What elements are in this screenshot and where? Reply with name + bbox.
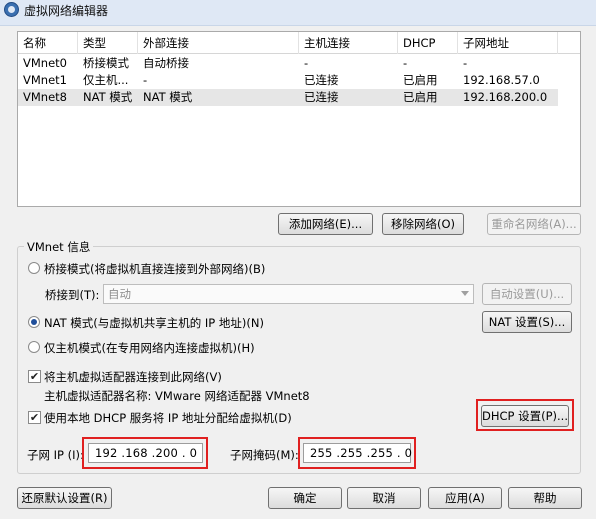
cell-external: NAT 模式 <box>143 90 193 104</box>
subnet-mask-label: 子网掩码(M): <box>230 448 299 462</box>
cell-subnet: - <box>463 56 468 70</box>
table-row[interactable]: VMnet0 桥接模式 自动桥接 - - - <box>18 55 558 72</box>
cell-external: - <box>143 73 148 87</box>
bridge-to-dropdown[interactable]: 自动 <box>103 284 474 304</box>
add-network-button[interactable]: 添加网络(E)... <box>278 213 373 235</box>
help-button[interactable]: 帮助 <box>508 487 582 509</box>
connect-adapter-checkbox[interactable]: ✔ <box>28 370 41 383</box>
column-header-name[interactable]: 名称 <box>18 32 78 54</box>
chevron-down-icon <box>461 291 469 296</box>
subnet-ip-label: 子网 IP (I): <box>27 448 84 462</box>
cell-name: VMnet0 <box>23 56 67 70</box>
auto-settings-button[interactable]: 自动设置(U)... <box>482 283 572 305</box>
host-only-radio[interactable] <box>28 341 40 353</box>
nat-settings-button[interactable]: NAT 设置(S)... <box>482 311 572 333</box>
cell-host: 已连接 <box>304 73 339 87</box>
cell-host: - <box>304 56 309 70</box>
bridge-to-value: 自动 <box>108 287 131 301</box>
vmnet-info-title: VMnet 信息 <box>24 239 94 255</box>
cell-name: VMnet8 <box>23 90 67 104</box>
cell-subnet: 192.168.57.0 <box>463 73 540 87</box>
bridge-to-label: 桥接到(T): <box>45 288 100 302</box>
cell-dhcp: 已启用 <box>403 90 438 104</box>
host-only-label[interactable]: 仅主机模式(在专用网络内连接虚拟机)(H) <box>44 340 255 356</box>
cell-type: 桥接模式 <box>83 56 129 70</box>
column-header-type[interactable]: 类型 <box>78 32 138 54</box>
dhcp-label[interactable]: 使用本地 DHCP 服务将 IP 地址分配给虚拟机(D) <box>44 410 292 426</box>
column-header-dhcp[interactable]: DHCP <box>398 32 458 54</box>
cell-dhcp: 已启用 <box>403 73 438 87</box>
apply-button[interactable]: 应用(A) <box>428 487 502 509</box>
rename-network-button[interactable]: 重命名网络(A)... <box>487 213 581 235</box>
subnet-ip-input[interactable]: 192 .168 .200 . 0 <box>88 443 203 463</box>
bridged-label[interactable]: 桥接模式(将虚拟机直接连接到外部网络)(B) <box>44 261 265 277</box>
nat-radio[interactable] <box>28 316 40 328</box>
ok-button[interactable]: 确定 <box>268 487 342 509</box>
column-header-subnet[interactable]: 子网地址 <box>458 32 558 54</box>
table-row-selected[interactable]: VMnet8 NAT 模式 NAT 模式 已连接 已启用 192.168.200… <box>18 89 558 106</box>
cell-host: 已连接 <box>304 90 339 104</box>
window-title: 虚拟网络编辑器 <box>24 4 109 18</box>
restore-defaults-button[interactable]: 还原默认设置(R) <box>17 487 112 509</box>
cell-name: VMnet1 <box>23 73 67 87</box>
table-row[interactable]: VMnet1 仅主机... - 已连接 已启用 192.168.57.0 <box>18 72 558 89</box>
cancel-button[interactable]: 取消 <box>347 487 421 509</box>
connect-adapter-label[interactable]: 将主机虚拟适配器连接到此网络(V) <box>44 369 222 385</box>
table-header: 名称 类型 外部连接 主机连接 DHCP 子网地址 <box>18 32 580 54</box>
subnet-mask-input[interactable]: 255 .255 .255 . 0 <box>303 443 412 463</box>
network-table[interactable]: 名称 类型 外部连接 主机连接 DHCP 子网地址 VMnet0 桥接模式 自动… <box>17 31 581 207</box>
nat-label[interactable]: NAT 模式(与虚拟机共享主机的 IP 地址)(N) <box>44 315 264 331</box>
cell-subnet: 192.168.200.0 <box>463 90 548 104</box>
cell-type: NAT 模式 <box>83 90 133 104</box>
app-icon <box>4 2 19 17</box>
cell-type: 仅主机... <box>83 73 129 87</box>
column-header-host[interactable]: 主机连接 <box>299 32 398 54</box>
cell-dhcp: - <box>403 56 408 70</box>
bridged-radio[interactable] <box>28 262 40 274</box>
dhcp-checkbox[interactable]: ✔ <box>28 411 41 424</box>
remove-network-button[interactable]: 移除网络(O) <box>382 213 464 235</box>
cell-external: 自动桥接 <box>143 56 189 70</box>
dhcp-settings-button[interactable]: DHCP 设置(P)... <box>481 405 569 427</box>
column-header-external[interactable]: 外部连接 <box>138 32 299 54</box>
adapter-name-text: 主机虚拟适配器名称: VMware 网络适配器 VMnet8 <box>44 389 310 403</box>
